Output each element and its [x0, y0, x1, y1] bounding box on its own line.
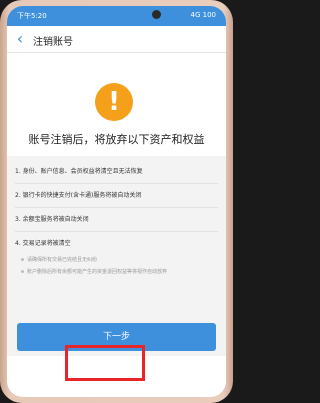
main-content: ! 账号注销后，将放弃以下资产和权益 1. 身份、账户信息、会员权益将清空且无法… [7, 53, 226, 397]
front-camera [152, 10, 161, 19]
title-bar: ‹ 注销账号 [7, 26, 226, 53]
list-item: 1. 身份、账户信息、会员权益将清空且无法恢复 [15, 168, 143, 175]
status-time: 下午5:20 [17, 12, 47, 20]
phone-frame: 下午5:20 4G 100 ‹ 注销账号 ! 账号注销后，将放弃以下资产和权益 … [0, 0, 233, 403]
status-bar: 下午5:20 4G 100 [7, 6, 226, 26]
list-item: 2. 银行卡的快捷支付(含卡通)服务将被自动关闭 [15, 192, 142, 199]
page-title: 注销账号 [33, 37, 73, 48]
warning-heading: 账号注销后，将放弃以下资产和权益 [28, 133, 205, 146]
bullet-icon [21, 270, 24, 273]
note-text: 请确保所有交易已完结且无纠纷 [27, 257, 98, 263]
chevron-left-icon[interactable]: ‹ [13, 30, 27, 48]
divider [15, 231, 218, 232]
divider [15, 207, 218, 208]
note-item: 账户删除后所有余额可能产生的资金退回权益等将视作自动放弃 [21, 269, 211, 276]
note-text: 账户删除后所有余额可能产生的资金退回权益等将视作自动放弃 [27, 269, 168, 275]
bullet-icon [21, 258, 24, 261]
note-item: 请确保所有交易已完结且无纠纷 [21, 257, 211, 264]
status-indicators: 4G 100 [190, 11, 216, 19]
list-item: 4. 交易记录将被清空 [15, 240, 71, 247]
divider [15, 183, 218, 184]
exclamation-icon: ! [95, 83, 133, 121]
highlight-box [65, 345, 145, 381]
screen: 下午5:20 4G 100 ‹ 注销账号 ! 账号注销后，将放弃以下资产和权益 … [7, 6, 226, 397]
list-item: 3. 余额宝服务将被自动关闭 [15, 216, 89, 223]
